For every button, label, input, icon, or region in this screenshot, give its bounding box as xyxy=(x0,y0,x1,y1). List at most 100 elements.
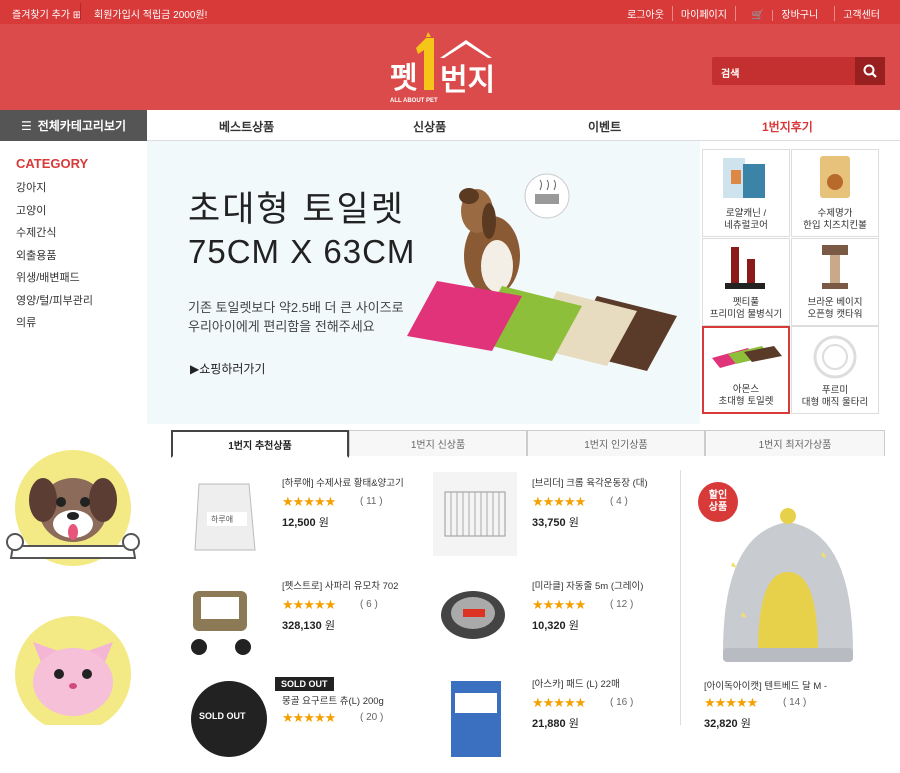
product-image xyxy=(723,508,853,662)
review-count: ( 6 ) xyxy=(360,599,378,610)
thumb-cheese-ball[interactable]: 수제명가 한입 치즈치킨볼 xyxy=(791,149,879,237)
svg-text:하루애: 하루애 xyxy=(211,514,233,524)
review-count: ( 11 ) xyxy=(360,496,383,507)
thumb-cat-tower[interactable]: 브라운 베이지 오픈형 캣타워 xyxy=(791,238,879,326)
tab-lowest-price[interactable]: 1번지 최저가상품 xyxy=(705,430,885,456)
thumb-water-bowl[interactable]: 펫티풀 프리미엄 물병식기 xyxy=(702,238,790,326)
thumb-toilet[interactable]: 아몬스 초대형 토일렛 xyxy=(702,326,790,414)
category-item[interactable]: 수제간식 xyxy=(16,224,93,247)
search-label: 검색 xyxy=(721,69,740,80)
search-box: 검색 xyxy=(712,57,885,85)
product-name[interactable]: [펫스트로] 사파리 유모차 702 xyxy=(282,578,398,592)
svg-text:펫: 펫 xyxy=(390,62,418,95)
product-name[interactable]: [미라클] 자동줄 5m (그레이) xyxy=(532,578,643,592)
review-count: ( 4 ) xyxy=(610,496,628,507)
menu-icon: ☰ xyxy=(20,118,32,133)
shop-now-link[interactable]: ▶쇼핑하러가기 xyxy=(190,360,265,377)
thumb-fence[interactable]: 푸르미 대형 매직 울타리 xyxy=(791,326,879,414)
nav-new[interactable]: 신상품 xyxy=(413,118,446,135)
review-count: ( 14 ) xyxy=(783,697,807,708)
rating-stars: ★★★★★ xyxy=(282,597,336,612)
promo-text: 회원가입시 적립금 2000원! xyxy=(94,10,208,21)
thumb-royal-canin[interactable]: 로얄캐닌 / 네츄럴코어 xyxy=(702,149,790,237)
product-price: 12,500 원 xyxy=(282,517,329,529)
rating-stars: ★★★★★ xyxy=(282,710,336,725)
product-name[interactable]: [브리더] 크롬 육각운동장 (대) xyxy=(532,475,648,489)
discount-badge: 할인 상품 xyxy=(698,482,738,522)
bookmark-link[interactable]: 즐겨찾기 추가 ⊞ xyxy=(12,6,81,21)
product-card[interactable]: [미라클] 자동줄 5m (그레이) ★★★★★ ( 12 ) 10,320 원 xyxy=(433,575,673,675)
all-categories-button[interactable]: ☰ 전체카테고리보기 xyxy=(0,110,147,141)
soldout-badge: SOLD OUT xyxy=(275,677,334,691)
product-name[interactable]: 몽골 요구르트 츄(L) 200g xyxy=(282,693,384,707)
product-card[interactable]: 하루애 [하루애] 수제사료 황태&양고기 ★★★★★ ( 11 ) 12,50… xyxy=(183,472,423,572)
svg-text:ALL ABOUT PET: ALL ABOUT PET xyxy=(390,98,438,104)
toilet-product-image xyxy=(407,173,677,371)
cat-mascot xyxy=(15,616,131,725)
review-count: ( 16 ) xyxy=(610,697,634,708)
search-button[interactable] xyxy=(855,57,885,85)
search-input[interactable] xyxy=(746,61,846,81)
product-price: 32,820 원 xyxy=(704,718,751,730)
nav-review[interactable]: 1번지후기 xyxy=(762,118,813,135)
product-card[interactable]: [브리더] 크롬 육각운동장 (대) ★★★★★ ( 4 ) 33,750 원 xyxy=(433,472,673,572)
rating-stars: ★★★★★ xyxy=(704,695,758,710)
product-tabs: 1번지 추천상품 1번지 신상품 1번지 인기상품 1번지 최저가상품 xyxy=(171,430,885,458)
rating-stars: ★★★★★ xyxy=(532,494,586,509)
category-title: CATEGORY xyxy=(16,156,89,171)
banner-desc: 우리아이에게 편리함을 전해주세요 xyxy=(188,319,375,334)
review-count: ( 12 ) xyxy=(610,599,634,610)
top-bar: 즐겨찾기 추가 ⊞ 회원가입시 적립금 2000원! 로그아웃 마이페이지 🛒 장… xyxy=(0,0,900,24)
top-links: 로그아웃 마이페이지 🛒 장바구니 고객센터 xyxy=(619,6,888,21)
nav-event[interactable]: 이벤트 xyxy=(588,118,621,135)
svg-text:번지: 번지 xyxy=(440,64,495,97)
product-price: 33,750 원 xyxy=(532,517,579,529)
support-link[interactable]: 고객센터 xyxy=(834,6,888,21)
nav-best[interactable]: 베스트상품 xyxy=(219,118,274,135)
tab-new[interactable]: 1번지 신상품 xyxy=(349,430,527,456)
cart-link[interactable]: 🛒 장바구니 xyxy=(734,6,834,21)
rating-stars: ★★★★★ xyxy=(532,695,586,710)
search-icon xyxy=(863,64,877,78)
category-item[interactable]: 위생/배변패드 xyxy=(16,269,93,292)
category-item[interactable]: 고양이 xyxy=(16,202,93,225)
banner-title: 초대형 토일렛 xyxy=(188,190,405,229)
play-icon: ▶ xyxy=(190,362,200,376)
product-price: 21,880 원 xyxy=(532,718,579,730)
category-item[interactable]: 강아지 xyxy=(16,179,93,202)
tab-recommend[interactable]: 1번지 추천상품 xyxy=(171,430,349,458)
rating-stars: ★★★★★ xyxy=(532,597,586,612)
banner-desc: 기존 토일렛보다 약2.5배 더 큰 사이즈로 xyxy=(188,300,404,315)
product-price: 10,320 원 xyxy=(532,620,579,632)
product-image xyxy=(451,681,501,757)
product-image xyxy=(441,591,505,639)
divider xyxy=(680,470,681,725)
product-image xyxy=(191,591,251,655)
logout-link[interactable]: 로그아웃 xyxy=(619,6,672,21)
featured-thumbs: 로얄캐닌 / 네츄럴코어 수제명가 한입 치즈치킨볼 펫티풀 프리미엄 물병식기 브라… xyxy=(702,149,879,414)
main-banner[interactable]: 초대형 토일렛 75CM X 63CM 기존 토일렛보다 약2.5배 더 큰 사… xyxy=(147,141,700,424)
product-image xyxy=(433,472,517,556)
product-name[interactable]: [아스카] 패드 (L) 22매 xyxy=(532,676,620,690)
category-item[interactable]: 영양/털/피부관리 xyxy=(16,292,93,315)
featured-product[interactable]: 할인 상품 [아이독아이캣] 텐트베드 달 M - ★★★★★ ( 14 ) 32… xyxy=(683,472,900,730)
product-price: 328,130 원 xyxy=(282,620,335,632)
logo[interactable]: 펫 번지 ALL ABOUT PET xyxy=(388,32,502,106)
product-image: 하루애 xyxy=(194,483,256,551)
category-sidebar: CATEGORY 강아지 고양이 수제간식 외출용품 위생/배변패드 영양/털/… xyxy=(0,141,147,424)
tab-popular[interactable]: 1번지 인기상품 xyxy=(527,430,705,456)
product-card[interactable]: [아스카] 패드 (L) 22매 ★★★★★ ( 16 ) 21,880 원 xyxy=(433,673,673,773)
category-item[interactable]: 의류 xyxy=(16,314,93,337)
main-nav: ☰ 전체카테고리보기 베스트상품 신상품 이벤트 1번지후기 xyxy=(0,110,900,141)
review-count: ( 20 ) xyxy=(360,712,384,723)
product-card[interactable]: [펫스트로] 사파리 유모차 702 ★★★★★ ( 6 ) 328,130 원 xyxy=(183,575,423,675)
soldout-overlay: SOLD OUT xyxy=(199,711,246,721)
rating-stars: ★★★★★ xyxy=(282,494,336,509)
product-name[interactable]: [하루애] 수제사료 황태&양고기 xyxy=(282,475,404,489)
cart-icon: 🛒 xyxy=(751,10,765,21)
product-name[interactable]: [아이독아이캣] 텐트베드 달 M - xyxy=(704,678,827,692)
product-card[interactable]: SOLD OUT SOLD OUT 몽골 요구르트 츄(L) 200g ★★★★… xyxy=(183,673,423,773)
mypage-link[interactable]: 마이페이지 xyxy=(671,6,735,21)
divider xyxy=(80,3,81,20)
category-item[interactable]: 외출용품 xyxy=(16,247,93,270)
